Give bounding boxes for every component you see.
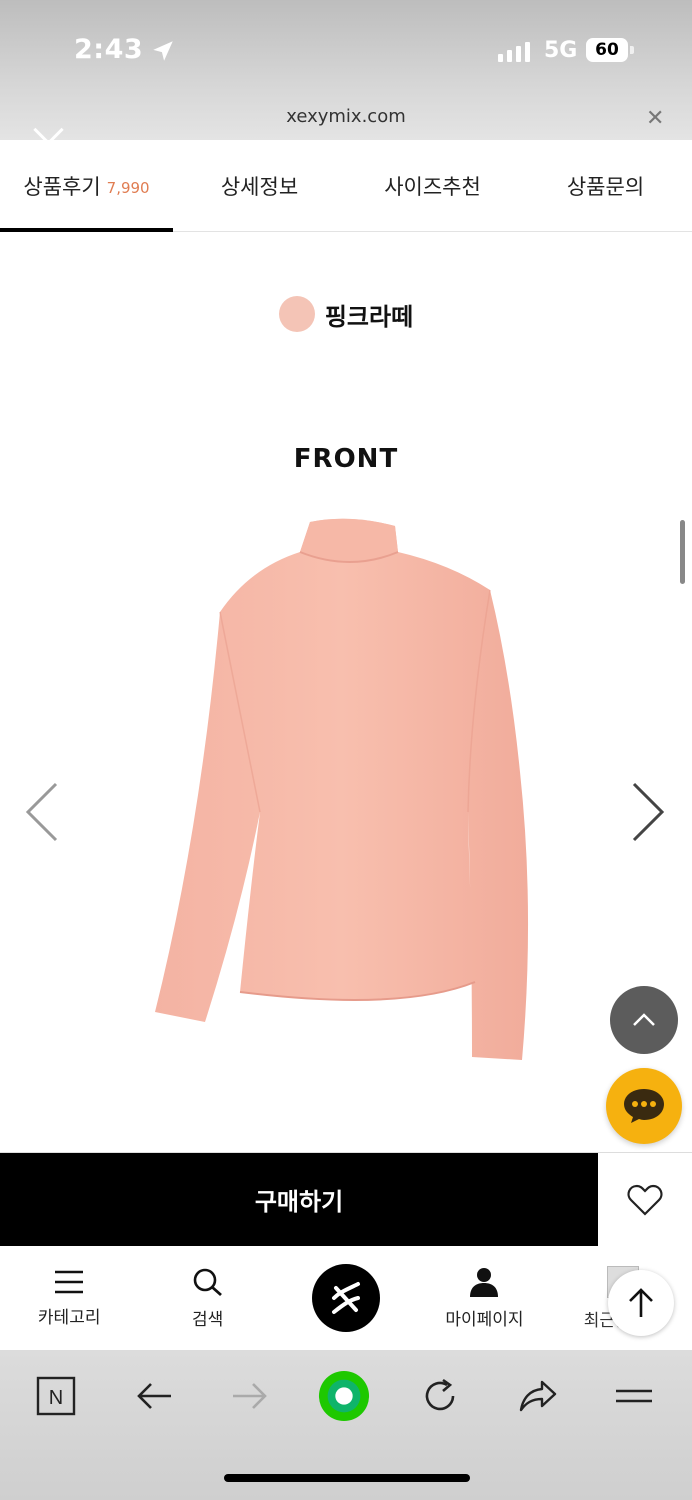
next-image-icon[interactable]	[628, 780, 668, 844]
status-time: 2:43	[74, 34, 144, 65]
wishlist-button[interactable]	[598, 1153, 692, 1246]
scroll-up-button[interactable]	[608, 1270, 674, 1336]
refresh-icon	[425, 1378, 455, 1411]
battery-level: 60	[595, 40, 619, 60]
hamburger-icon	[616, 1389, 652, 1403]
prev-image-icon[interactable]	[22, 780, 62, 844]
browser-toolbar: N	[0, 1350, 692, 1500]
arrow-up-icon	[629, 1288, 653, 1317]
view-label: FRONT	[293, 444, 399, 474]
forward-button[interactable]	[224, 1370, 276, 1422]
bottom-navigation: 카테고리 검색 마이페이지 최근본상품	[0, 1246, 692, 1350]
menu-icon	[55, 1270, 84, 1293]
battery-tip	[630, 46, 634, 54]
nav-home[interactable]	[277, 1246, 415, 1350]
chat-bubble-icon	[624, 1089, 664, 1123]
tab-reviews[interactable]: 상품후기 7,990	[0, 140, 173, 232]
review-count: 7,990	[106, 178, 150, 197]
buy-button[interactable]: 구매하기	[0, 1153, 598, 1246]
color-swatch	[278, 296, 315, 332]
naver-icon: N	[36, 1376, 76, 1416]
green-dot-button[interactable]	[318, 1370, 370, 1422]
share-button[interactable]	[512, 1370, 564, 1422]
scroll-top-button[interactable]	[610, 986, 678, 1054]
share-icon	[519, 1380, 557, 1412]
nav-mypage[interactable]: 마이페이지	[415, 1246, 553, 1350]
url-label[interactable]: xexymix.com	[0, 106, 692, 127]
product-tabs: 상품후기 7,990 상세정보 사이즈추천 상품문의	[0, 140, 692, 232]
chevron-up-icon	[633, 1013, 655, 1026]
svg-text:N: N	[49, 1387, 63, 1409]
tab-size-label: 사이즈추천	[384, 174, 481, 199]
brand-logo-icon	[312, 1264, 381, 1332]
tab-reviews-label: 상품후기	[23, 174, 101, 199]
signal-icon	[498, 40, 530, 62]
arrow-right-icon	[233, 1383, 267, 1409]
person-icon	[470, 1267, 499, 1297]
network-label: 5G	[544, 38, 578, 63]
color-name: 핑크라떼	[324, 302, 414, 331]
buy-bar: 구매하기	[0, 1152, 692, 1246]
nav-category-label: 카테고리	[37, 1307, 101, 1328]
location-arrow-icon	[153, 41, 173, 61]
url-close-icon[interactable]: ✕	[646, 106, 664, 131]
browser-menu-button[interactable]	[608, 1370, 660, 1422]
tab-size-recommend[interactable]: 사이즈추천	[346, 140, 519, 231]
green-dot-icon	[318, 1370, 370, 1422]
browser-top-chrome: 2:43 5G 60 xexymix.com ✕	[0, 0, 692, 140]
home-indicator[interactable]	[224, 1474, 470, 1482]
page-scrollbar[interactable]	[680, 520, 685, 584]
tab-details[interactable]: 상세정보	[173, 140, 346, 231]
battery-icon: 60	[586, 38, 628, 62]
nav-search-label: 검색	[191, 1309, 224, 1330]
heart-icon	[627, 1184, 663, 1216]
chat-button[interactable]	[606, 1068, 682, 1144]
color-option: 핑크라떼	[0, 296, 692, 332]
nav-search[interactable]: 검색	[138, 1246, 276, 1350]
tab-inquiry-label: 상품문의	[566, 174, 645, 199]
arrow-left-icon	[137, 1383, 171, 1409]
tab-details-label: 상세정보	[220, 174, 299, 199]
nav-mypage-label: 마이페이지	[445, 1309, 524, 1330]
product-image	[155, 518, 529, 1060]
search-icon	[193, 1268, 222, 1296]
naver-home-button[interactable]: N	[30, 1370, 82, 1422]
nav-category[interactable]: 카테고리	[0, 1246, 138, 1350]
back-button[interactable]	[128, 1370, 180, 1422]
refresh-button[interactable]	[414, 1370, 466, 1422]
tab-inquiry[interactable]: 상품문의	[519, 140, 692, 231]
